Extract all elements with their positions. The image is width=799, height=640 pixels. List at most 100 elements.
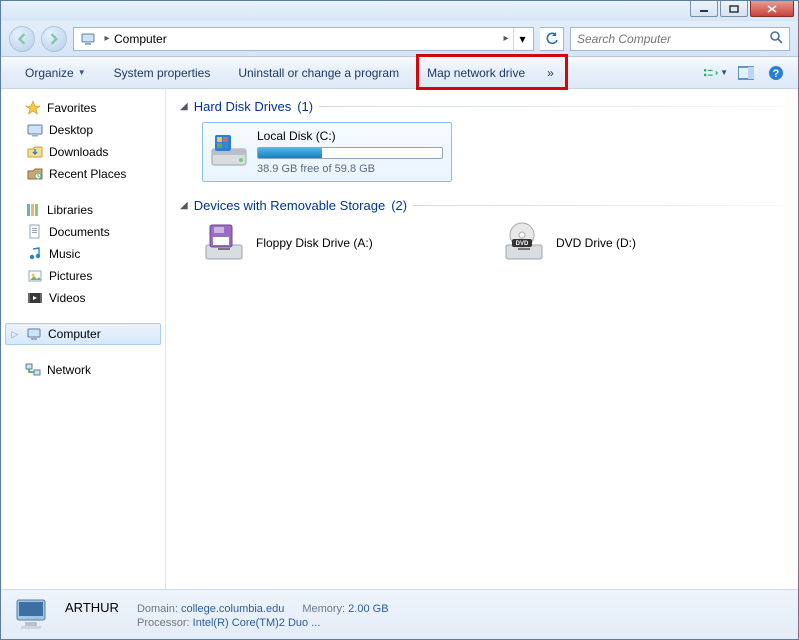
drive-name: Local Disk (C:) (257, 129, 443, 143)
collapse-icon: ◢ (180, 200, 188, 211)
content-pane: ◢ Hard Disk Drives (1) Local Disk (C:) 3… (166, 89, 798, 589)
sidebar-item-desktop[interactable]: Desktop (5, 119, 161, 141)
section-hard-disk-drives[interactable]: ◢ Hard Disk Drives (1) (180, 99, 784, 114)
close-button[interactable] (750, 1, 794, 17)
drive-floppy-a[interactable]: Floppy Disk Drive (A:) (202, 221, 442, 265)
drive-name: DVD Drive (D:) (556, 236, 636, 250)
refresh-button[interactable] (540, 27, 564, 51)
libraries-icon (25, 202, 41, 218)
processor-label: Processor: (137, 617, 190, 629)
processor-value: Intel(R) Core(TM)2 Duo ... (193, 617, 321, 629)
search-input[interactable] (577, 32, 765, 46)
system-properties-label: System properties (114, 66, 211, 80)
chevron-down-icon: ▼ (720, 68, 728, 77)
map-network-drive-button[interactable]: Map network drive (413, 57, 539, 89)
drive-usage-fill (258, 148, 322, 158)
sidebar-group-network: Network (5, 359, 161, 381)
view-options-button[interactable]: ▼ (704, 61, 728, 85)
organize-menu[interactable]: Organize ▼ (11, 57, 100, 89)
titlebar (1, 1, 798, 21)
favorites-label: Favorites (47, 101, 96, 115)
section-heading: Hard Disk Drives (194, 99, 292, 114)
hard-drive-icon (209, 129, 249, 171)
memory-value: 2.00 GB (348, 603, 388, 615)
sidebar-item-recent-places[interactable]: Recent Places (5, 163, 161, 185)
videos-icon (27, 290, 43, 306)
search-icon (769, 30, 783, 47)
drive-dvd-d[interactable]: DVD DVD Drive (D:) (502, 221, 742, 265)
sidebar-item-label: Desktop (49, 123, 93, 137)
navigation-pane: Favorites Desktop Downloads Recent Place… (1, 89, 166, 589)
star-icon (25, 100, 41, 116)
removable-devices-row: Floppy Disk Drive (A:) DVD DVD Drive (D:… (202, 221, 784, 265)
divider (319, 106, 784, 107)
maximize-button[interactable] (720, 1, 748, 17)
chevron-right-icon: » (547, 66, 554, 80)
breadcrumb-arrow[interactable]: ▸ (499, 28, 513, 50)
svg-text:?: ? (773, 68, 780, 80)
system-properties-button[interactable]: System properties (100, 57, 225, 89)
preview-pane-button[interactable] (734, 61, 758, 85)
sidebar-computer-header[interactable]: ▷ Computer (5, 323, 161, 345)
collapse-icon: ◢ (180, 101, 188, 112)
section-count: (1) (297, 99, 313, 114)
organize-label: Organize (25, 66, 74, 80)
section-heading: Devices with Removable Storage (194, 198, 385, 213)
toolbar-overflow-button[interactable]: » (539, 57, 562, 89)
map-network-label: Map network drive (427, 66, 525, 80)
sidebar-item-label: Videos (49, 291, 85, 305)
sidebar-item-label: Music (49, 247, 80, 261)
uninstall-label: Uninstall or change a program (238, 66, 399, 80)
breadcrumb-root-arrow[interactable]: ▸ (100, 28, 114, 50)
sidebar-network-header[interactable]: Network (5, 359, 161, 381)
toolbar: Organize ▼ System properties Uninstall or… (1, 57, 798, 89)
help-button[interactable]: ? (764, 61, 788, 85)
address-history-dropdown[interactable]: ▾ (513, 28, 531, 50)
sidebar-group-favorites: Favorites Desktop Downloads Recent Place… (5, 97, 161, 185)
pictures-icon (27, 268, 43, 284)
computer-icon (80, 31, 96, 47)
minimize-button[interactable] (690, 1, 718, 17)
drive-local-disk-c[interactable]: Local Disk (C:) 38.9 GB free of 59.8 GB (202, 122, 452, 182)
back-button[interactable] (9, 26, 35, 52)
chevron-down-icon: ▼ (78, 68, 86, 77)
sidebar-item-music[interactable]: Music (5, 243, 161, 265)
sidebar-item-pictures[interactable]: Pictures (5, 265, 161, 287)
libraries-label: Libraries (47, 203, 93, 217)
drive-usage-bar (257, 147, 443, 159)
network-label: Network (47, 363, 91, 377)
sidebar-item-documents[interactable]: Documents (5, 221, 161, 243)
sidebar-item-downloads[interactable]: Downloads (5, 141, 161, 163)
dvd-drive-icon: DVD (502, 221, 546, 265)
sidebar-group-computer: ▷ Computer (5, 323, 161, 345)
drive-free-text: 38.9 GB free of 59.8 GB (257, 163, 443, 175)
domain-value: college.columbia.edu (181, 603, 284, 615)
breadcrumb-computer[interactable]: Computer (114, 32, 499, 46)
downloads-icon (27, 144, 43, 160)
svg-text:DVD: DVD (516, 241, 529, 247)
recent-places-icon (27, 166, 43, 182)
floppy-drive-icon (202, 221, 246, 265)
drive-info: Local Disk (C:) 38.9 GB free of 59.8 GB (257, 129, 443, 175)
music-icon (27, 246, 43, 262)
body: Favorites Desktop Downloads Recent Place… (1, 89, 798, 589)
documents-icon (27, 224, 43, 240)
explorer-window: ▸ Computer ▸ ▾ Organize ▼ System properti… (0, 0, 799, 640)
sidebar-libraries-header[interactable]: Libraries (5, 199, 161, 221)
sidebar-item-label: Pictures (49, 269, 92, 283)
sidebar-item-label: Recent Places (49, 167, 126, 181)
divider (413, 205, 784, 206)
sidebar-favorites-header[interactable]: Favorites (5, 97, 161, 119)
sidebar-item-videos[interactable]: Videos (5, 287, 161, 309)
search-box[interactable] (570, 27, 790, 51)
address-bar[interactable]: ▸ Computer ▸ ▾ (73, 27, 534, 51)
uninstall-program-button[interactable]: Uninstall or change a program (224, 57, 413, 89)
forward-button[interactable] (41, 26, 67, 52)
computer-icon (26, 326, 42, 342)
section-count: (2) (391, 198, 407, 213)
section-removable-storage[interactable]: ◢ Devices with Removable Storage (2) (180, 198, 784, 213)
computer-icon (11, 594, 53, 636)
details-pane: ARTHUR Domain: college.columbia.edu Memo… (1, 589, 798, 639)
details-info: ARTHUR Domain: college.columbia.edu Memo… (65, 600, 389, 629)
desktop-icon (27, 122, 43, 138)
